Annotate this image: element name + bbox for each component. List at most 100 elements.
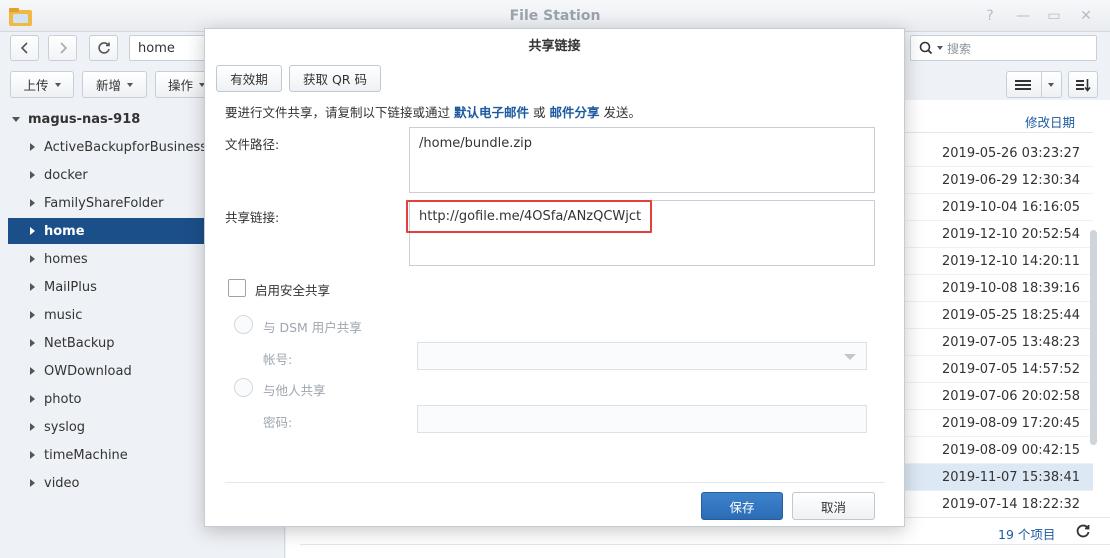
list-view-icon — [1015, 79, 1031, 90]
tree-item-label: homes — [44, 251, 88, 267]
modified-date: 2019-05-25 18:25:44 — [942, 308, 1081, 323]
file-path-field[interactable]: /home/bundle.zip — [409, 127, 875, 193]
tree-root-label: magus-nas-918 — [28, 112, 141, 127]
expand-arrow-icon — [30, 143, 35, 151]
account-select[interactable] — [417, 342, 867, 370]
chevron-down-icon — [127, 82, 133, 87]
share-instructions: 要进行文件共享，请复制以下链接或通过 默认电子邮件 或 邮件分享 发送。 — [225, 102, 641, 121]
refresh-button[interactable] — [89, 35, 118, 61]
expand-arrow-icon — [30, 479, 35, 487]
share-link-dialog: 共享链接 有效期 获取 QR 码 要进行文件共享，请复制以下链接或通过 默认电子… — [204, 28, 905, 527]
get-qr-code-button[interactable]: 获取 QR 码 — [289, 65, 381, 92]
modified-date: 2019-10-04 16:16:05 — [942, 200, 1081, 215]
scrollbar[interactable] — [1090, 230, 1097, 445]
expand-arrow-icon — [30, 227, 35, 235]
chevron-down-icon — [844, 354, 856, 360]
path-bar[interactable]: home — [129, 35, 209, 61]
validity-button[interactable]: 有效期 — [216, 65, 282, 92]
secure-share-checkbox[interactable] — [228, 279, 246, 297]
tree-item-label: ActiveBackupforBusiness — [44, 139, 208, 155]
modified-date: 2019-05-26 03:23:27 — [942, 146, 1081, 161]
chevron-right-icon — [59, 42, 67, 54]
search-icon — [919, 41, 933, 55]
intro-prefix: 要进行文件共享，请复制以下链接或通过 — [225, 105, 451, 120]
others-share-radio[interactable] — [234, 378, 253, 397]
modified-date: 2019-07-14 18:22:32 — [942, 497, 1081, 512]
dsm-share-label: 与 DSM 用户共享 — [263, 320, 362, 335]
tree-item-label: MailPlus — [44, 279, 97, 295]
modified-date: 2019-06-29 12:30:34 — [942, 173, 1081, 188]
create-button[interactable]: 新增 — [82, 71, 147, 98]
expand-arrow-icon — [30, 367, 35, 375]
chevron-down-icon — [54, 82, 61, 87]
expand-arrow-icon — [30, 311, 35, 319]
status-divider — [905, 517, 1110, 518]
action-label: 操作 — [168, 78, 194, 93]
tree-item-label: NetBackup — [44, 335, 115, 351]
intro-or: 或 — [533, 105, 546, 120]
close-icon[interactable]: ✕ — [1078, 8, 1094, 24]
tree-item-label: home — [44, 223, 85, 239]
modified-date: 2019-10-08 18:39:16 — [942, 281, 1081, 296]
dsm-share-radio[interactable] — [234, 315, 253, 334]
upload-button[interactable]: 上传 — [10, 71, 74, 98]
expand-arrow-icon — [30, 171, 35, 179]
password-input[interactable] — [417, 405, 867, 433]
modified-date: 2019-08-09 17:20:45 — [942, 416, 1081, 431]
window-title: File Station — [509, 8, 601, 24]
account-label: 帐号: — [263, 352, 293, 367]
tree-item-label: photo — [44, 391, 82, 407]
minimize-icon[interactable]: — — [1015, 8, 1031, 24]
help-icon[interactable]: ? — [982, 8, 998, 24]
maximize-icon[interactable]: ▭ — [1046, 8, 1062, 24]
tree-item-label: syslog — [44, 419, 86, 435]
sort-button[interactable] — [1068, 71, 1098, 98]
tree-item-label: timeMachine — [44, 447, 128, 463]
modified-date: 2019-11-07 15:38:41 — [942, 470, 1081, 485]
refresh-icon[interactable] — [1075, 523, 1091, 539]
forward-button[interactable] — [48, 35, 77, 61]
tree-root[interactable]: magus-nas-918 — [12, 112, 140, 127]
expand-arrow-icon — [30, 339, 35, 347]
tree-item-label: OWDownload — [44, 363, 132, 379]
expanded-icon — [12, 117, 20, 122]
save-button[interactable]: 保存 — [701, 492, 783, 520]
dialog-title: 共享链接 — [528, 39, 581, 54]
mail-share-link[interactable]: 邮件分享 — [550, 105, 600, 120]
expand-arrow-icon — [30, 283, 35, 291]
column-header-modified[interactable]: 修改日期 — [1025, 112, 1075, 131]
search-box[interactable]: 搜索 — [910, 35, 1097, 61]
search-caret-icon — [937, 46, 943, 50]
modified-date: 2019-07-06 20:02:58 — [942, 389, 1081, 404]
modified-date: 2019-07-05 14:57:52 — [942, 362, 1081, 377]
default-email-link[interactable]: 默认电子邮件 — [454, 105, 529, 120]
bottom-divider — [300, 544, 1110, 545]
cancel-button[interactable]: 取消 — [792, 492, 875, 520]
modified-date: 2019-08-09 00:42:15 — [942, 443, 1081, 458]
create-label: 新增 — [95, 78, 121, 93]
chevron-down-icon — [1048, 82, 1054, 87]
secure-share-label: 启用安全共享 — [255, 283, 331, 298]
modified-date: 2019-12-10 14:20:11 — [942, 254, 1081, 269]
expand-arrow-icon — [30, 199, 35, 207]
modified-date: 2019-12-10 20:52:54 — [942, 227, 1081, 242]
divider — [1041, 72, 1042, 97]
tree-item-label: FamilyShareFolder — [44, 195, 164, 211]
expand-arrow-icon — [30, 451, 35, 459]
expand-arrow-icon — [30, 423, 35, 431]
expand-arrow-icon — [30, 255, 35, 263]
view-mode-button[interactable] — [1006, 71, 1062, 98]
modified-date: 2019-07-05 13:48:23 — [942, 335, 1081, 350]
link-highlight-box — [406, 200, 652, 233]
back-button[interactable] — [10, 35, 39, 61]
expand-arrow-icon — [30, 395, 35, 403]
tree-item-label: video — [44, 475, 80, 491]
header-divider — [905, 132, 1093, 133]
item-count: 19 个项目 — [998, 527, 1056, 542]
intro-suffix: 发送。 — [603, 105, 642, 120]
share-link-label: 共享链接: — [225, 210, 280, 225]
action-button[interactable]: 操作 — [155, 71, 210, 98]
file-path-label: 文件路径: — [225, 137, 280, 152]
tree-item-label: music — [44, 307, 83, 323]
sort-icon — [1076, 78, 1091, 92]
